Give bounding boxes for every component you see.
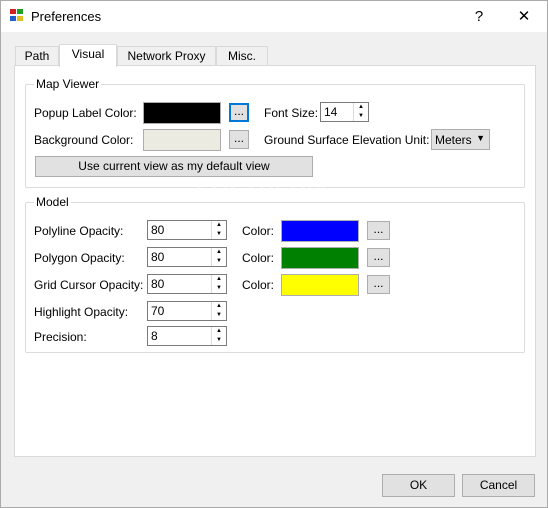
ok-button[interactable]: OK: [382, 474, 455, 497]
spin-down-icon[interactable]: ▼: [212, 336, 226, 345]
grid-cursor-opacity-label: Grid Cursor Opacity:: [34, 278, 144, 292]
map-viewer-title: Map Viewer: [34, 77, 102, 91]
polyline-opacity-value: 80: [151, 223, 165, 237]
popup-label-color-swatch: [143, 102, 221, 124]
spin-up-icon[interactable]: ▲: [212, 327, 226, 336]
visual-tab-panel: Map Viewer Popup Label Color: SOFTPEDIA …: [14, 65, 536, 457]
app-icon: [10, 9, 24, 23]
polygon-color-label: Color:: [242, 251, 275, 265]
polyline-color-swatch: [281, 220, 359, 242]
polygon-color-swatch: [281, 247, 359, 269]
tab-visual[interactable]: Visual: [59, 44, 117, 67]
polygon-color-browse-button[interactable]: ...: [367, 248, 390, 267]
spin-up-icon[interactable]: ▲: [212, 248, 226, 257]
polyline-color-browse-button[interactable]: ...: [367, 221, 390, 240]
window-title: Preferences: [31, 9, 102, 24]
spin-up-icon[interactable]: ▲: [212, 275, 226, 284]
polyline-opacity-spinner[interactable]: 80 ▲ ▼: [147, 220, 227, 240]
spin-down-icon[interactable]: ▼: [212, 284, 226, 293]
cancel-button[interactable]: Cancel: [462, 474, 535, 497]
polyline-opacity-label: Polyline Opacity:: [34, 224, 124, 238]
highlight-opacity-label: Highlight Opacity:: [34, 305, 129, 319]
popup-label-color-label: Popup Label Color:: [34, 106, 137, 120]
grid-cursor-opacity-spinner[interactable]: 80 ▲ ▼: [147, 274, 227, 294]
tab-misc[interactable]: Misc.: [216, 46, 268, 66]
spin-down-icon[interactable]: ▼: [354, 112, 368, 121]
spin-down-icon[interactable]: ▼: [212, 257, 226, 266]
grid-cursor-color-swatch: [281, 274, 359, 296]
tab-path[interactable]: Path: [15, 46, 59, 66]
polyline-color-label: Color:: [242, 224, 275, 238]
highlight-opacity-value: 70: [151, 304, 165, 318]
elevation-unit-label: Ground Surface Elevation Unit:: [264, 133, 430, 147]
spin-up-icon[interactable]: ▲: [354, 103, 368, 112]
background-color-label: Background Color:: [34, 133, 134, 147]
spin-up-icon[interactable]: ▲: [212, 221, 226, 230]
precision-value: 8: [151, 329, 158, 343]
grid-cursor-opacity-value: 80: [151, 277, 165, 291]
close-icon[interactable]: ✕: [501, 1, 547, 32]
title-bar: Preferences ? ✕: [1, 1, 547, 32]
spin-up-icon[interactable]: ▲: [212, 302, 226, 311]
background-color-swatch: [143, 129, 221, 151]
preferences-dialog: Preferences ? ✕ Path Visual Network Prox…: [0, 0, 548, 508]
watermark: SOFTPEDIA: [196, 178, 331, 203]
polygon-opacity-label: Polygon Opacity:: [34, 251, 125, 265]
font-size-label: Font Size:: [264, 106, 319, 120]
polygon-opacity-spinner[interactable]: 80 ▲ ▼: [147, 247, 227, 267]
map-viewer-group: Map Viewer Popup Label Color: SOFTPEDIA …: [25, 77, 525, 203]
font-size-value: 14: [324, 105, 338, 119]
model-title: Model: [34, 195, 71, 209]
tab-network-proxy[interactable]: Network Proxy: [117, 46, 216, 66]
font-size-spinner[interactable]: 14 ▲ ▼: [320, 102, 369, 122]
use-default-view-button[interactable]: Use current view as my default view: [35, 156, 313, 177]
elevation-unit-select[interactable]: Meters ▼: [431, 129, 490, 150]
spin-down-icon[interactable]: ▼: [212, 311, 226, 320]
elevation-unit-value: Meters: [435, 133, 472, 147]
help-icon[interactable]: ?: [456, 1, 502, 32]
precision-spinner[interactable]: 8 ▲ ▼: [147, 326, 227, 346]
spin-down-icon[interactable]: ▼: [212, 230, 226, 239]
polygon-opacity-value: 80: [151, 250, 165, 264]
model-group: Model Polyline Opacity: 80 ▲ ▼ Color: ...…: [25, 195, 525, 353]
grid-cursor-color-browse-button[interactable]: ...: [367, 275, 390, 294]
precision-label: Precision:: [34, 330, 87, 344]
highlight-opacity-spinner[interactable]: 70 ▲ ▼: [147, 301, 227, 321]
grid-cursor-color-label: Color:: [242, 278, 275, 292]
popup-label-color-browse-button[interactable]: ...: [229, 103, 249, 122]
dropdown-arrow-icon: ▼: [476, 133, 485, 143]
background-color-browse-button[interactable]: ...: [229, 130, 249, 149]
